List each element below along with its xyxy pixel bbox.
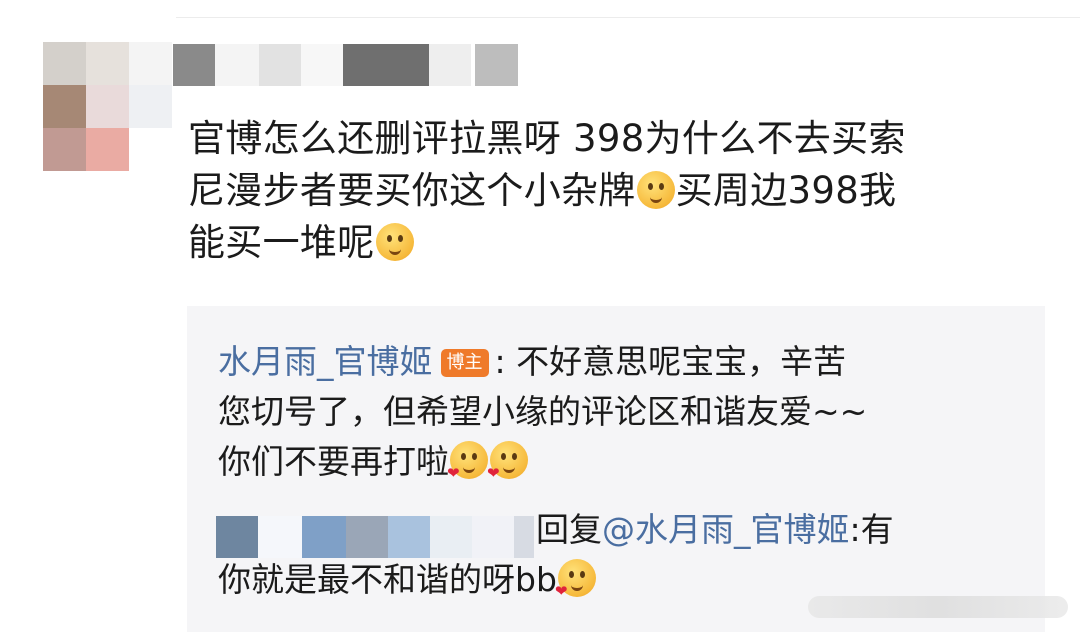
thinking-emoji-icon (636, 171, 675, 209)
commenter-name-blurred[interactable] (173, 44, 518, 86)
comment-line-2a: 尼漫步者要买你这个小杂牌 (188, 169, 636, 212)
reply-1-text-c: 你们不要再打啦 (218, 442, 449, 481)
blogger-badge: 博主 (440, 349, 489, 377)
watermark-bar (808, 596, 1068, 618)
kiss-emoji-icon: ❤ (447, 441, 488, 481)
comment-line-3a: 能买一堆呢 (188, 221, 375, 264)
comment-line-1: 官博怎么还删评拉黑呀 398为什么不去买索 (188, 117, 906, 160)
reply-2-prefix: 回复 (536, 510, 602, 549)
reply-2-text-b: 你就是最不和谐的呀bb (218, 560, 557, 599)
reply-1-text-b: 您切号了，但希望小缘的评论区和谐友爱~~ (218, 392, 868, 431)
kiss-emoji-icon: ❤ (487, 441, 528, 481)
reply-1-text-a: : 不好意思呢宝宝，辛苦 (494, 342, 847, 381)
reply-2: 回复@水月雨_官博姬:有 你就是最不和谐的呀bb ❤ (218, 505, 1028, 605)
reply-2-text-a: :有 (849, 510, 894, 549)
reply-1: 水月雨_官博姬 博主: 不好意思呢宝宝，辛苦 您切号了，但希望小缘的评论区和谐友爱… (218, 337, 1028, 487)
hug-emoji-icon (375, 223, 414, 261)
comment-line-2b: 买周边398我 (675, 169, 897, 212)
comment-body: 官博怎么还删评拉黑呀 398为什么不去买索 尼漫步者要买你这个小杂牌 买周边398… (188, 113, 1058, 269)
kiss-emoji-icon: ❤ (555, 559, 596, 599)
reply-2-mention-link[interactable]: @水月雨_官博姬 (602, 510, 850, 549)
top-divider (176, 17, 1080, 18)
avatar[interactable] (43, 42, 172, 172)
reply-1-author-link[interactable]: 水月雨_官博姬 (218, 342, 433, 381)
